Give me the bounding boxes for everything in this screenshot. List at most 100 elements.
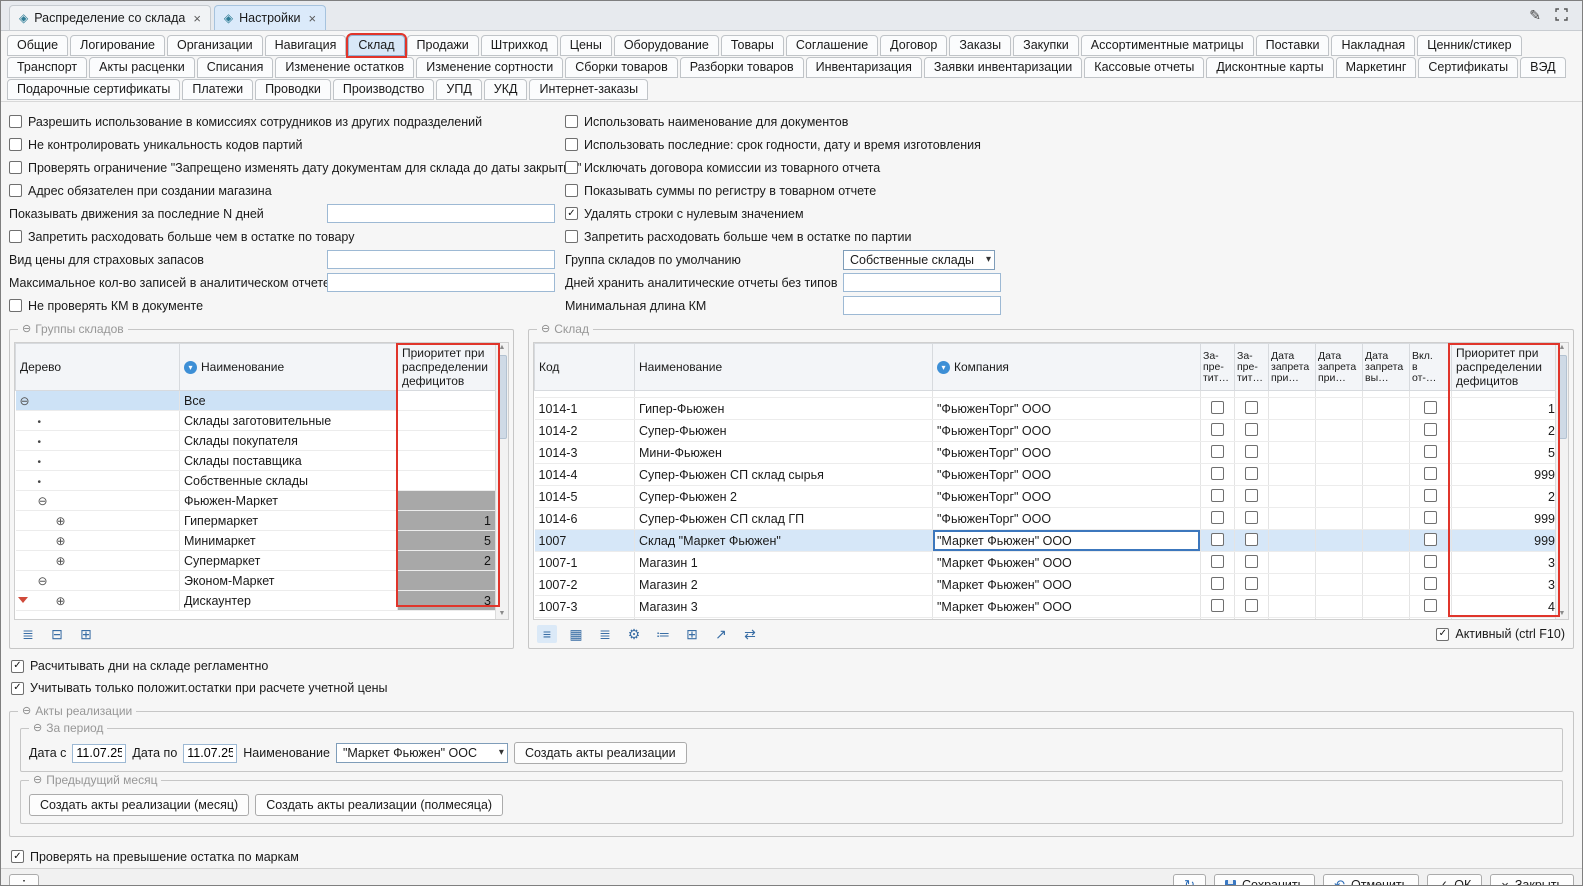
view-list-icon[interactable]: ≡ bbox=[537, 625, 557, 643]
settings-tab[interactable]: Цены bbox=[560, 35, 612, 56]
expand-node-icon[interactable]: ⊕ bbox=[56, 594, 71, 608]
scroll-down-icon[interactable]: ▼ bbox=[499, 609, 506, 619]
restrict-checkbox[interactable] bbox=[1211, 445, 1224, 458]
priority-cell[interactable]: 1 bbox=[398, 511, 498, 531]
text-input[interactable] bbox=[843, 296, 1001, 315]
scroll-up-icon[interactable]: ▲ bbox=[499, 343, 506, 353]
text-input[interactable] bbox=[327, 204, 555, 223]
settings-tab[interactable]: Интернет-заказы bbox=[529, 79, 648, 100]
warehouse-row[interactable]: 1014-5Супер-Фьюжен 2"ФьюженТорг" ООО2 bbox=[535, 486, 1562, 508]
settings-tab[interactable]: Кассовые отчеты bbox=[1084, 57, 1204, 78]
group-row[interactable]: ⊕Гипермаркет1 bbox=[16, 511, 498, 531]
option-checkbox[interactable] bbox=[9, 161, 22, 174]
scroll-up-icon[interactable]: ▲ bbox=[1559, 343, 1566, 353]
group-row[interactable]: •Собственные склады bbox=[16, 471, 498, 491]
restrict-checkbox[interactable] bbox=[1245, 555, 1258, 568]
settings-tab[interactable]: Списания bbox=[197, 57, 274, 78]
document-tab[interactable]: ◈Настройки× bbox=[214, 5, 326, 30]
settings-tab[interactable]: УКД bbox=[484, 79, 528, 100]
option-checkbox[interactable] bbox=[9, 184, 22, 197]
settings-tab[interactable]: Платежи bbox=[182, 79, 253, 100]
settings-tab[interactable]: Изменение остатков bbox=[275, 57, 414, 78]
close-button[interactable]: ×Закрыть bbox=[1490, 874, 1574, 886]
expand-node-icon[interactable]: ⊕ bbox=[56, 514, 71, 528]
vertical-scrollbar[interactable]: ▲ ▼ bbox=[495, 343, 508, 619]
expand-all-icon[interactable]: ⊞ bbox=[76, 625, 96, 643]
settings-tab[interactable]: УПД bbox=[436, 79, 481, 100]
include-checkbox[interactable] bbox=[1424, 489, 1437, 502]
settings-tab[interactable]: Дисконтные карты bbox=[1206, 57, 1333, 78]
create-acts-month-button[interactable]: Создать акты реализации (месяц) bbox=[29, 794, 249, 816]
text-input[interactable] bbox=[327, 250, 555, 269]
refresh-button[interactable]: ↻ bbox=[1173, 874, 1206, 886]
create-acts-button[interactable]: Создать акты реализации bbox=[514, 742, 687, 764]
scrollbar-thumb[interactable] bbox=[1558, 355, 1567, 439]
settings-tab[interactable]: Навигация bbox=[265, 35, 347, 56]
restrict-checkbox[interactable] bbox=[1245, 533, 1258, 546]
include-checkbox[interactable] bbox=[1424, 555, 1437, 568]
warehouse-row[interactable]: 1007-3Магазин 3"Маркет Фьюжен" ООО4 bbox=[535, 596, 1562, 618]
collapse-groupbox-icon[interactable]: ⊖ bbox=[541, 322, 550, 336]
view-grid-icon[interactable]: ▦ bbox=[566, 625, 586, 643]
restrict-checkbox[interactable] bbox=[1211, 511, 1224, 524]
maximize-icon[interactable] bbox=[1555, 8, 1568, 24]
priority-cell[interactable]: 2 bbox=[398, 551, 498, 571]
include-checkbox[interactable] bbox=[1424, 599, 1437, 612]
option-checkbox[interactable]: ✓ bbox=[565, 207, 578, 220]
priority-cell[interactable] bbox=[398, 471, 498, 491]
restrict-checkbox[interactable] bbox=[1245, 445, 1258, 458]
warehouse-row[interactable]: 1014-3Мини-Фьюжен"ФьюженТорг" ООО5 bbox=[535, 442, 1562, 464]
settings-tab[interactable]: Склад bbox=[348, 35, 404, 56]
include-checkbox[interactable] bbox=[1424, 533, 1437, 546]
settings-tab[interactable]: Производство bbox=[333, 79, 435, 100]
collapse-node-icon[interactable]: ⊖ bbox=[20, 394, 35, 408]
warehouse-row[interactable]: 1007Склад "Маркет Фьюжен""Маркет Фьюжен"… bbox=[535, 530, 1562, 552]
row-numbering-icon[interactable]: ≔ bbox=[653, 625, 673, 643]
group-row[interactable]: •Склады покупателя bbox=[16, 431, 498, 451]
group-row[interactable]: •Склады заготовительные bbox=[16, 411, 498, 431]
include-checkbox[interactable] bbox=[1424, 401, 1437, 414]
priority-cell[interactable]: 3 bbox=[398, 591, 498, 611]
include-checkbox[interactable] bbox=[1424, 445, 1437, 458]
expand-node-icon[interactable]: ⊕ bbox=[56, 534, 71, 548]
collapse-groupbox-icon[interactable]: ⊖ bbox=[22, 322, 31, 336]
scrollbar-thumb[interactable] bbox=[498, 355, 507, 439]
open-in-new-icon[interactable]: ↗ bbox=[711, 625, 731, 643]
settings-tab[interactable]: Сборки товаров bbox=[565, 57, 678, 78]
collapse-node-icon[interactable]: ⊖ bbox=[38, 574, 53, 588]
include-checkbox[interactable] bbox=[1424, 511, 1437, 524]
close-tab-icon[interactable]: × bbox=[193, 11, 201, 26]
restrict-checkbox[interactable] bbox=[1245, 577, 1258, 590]
settings-tab[interactable]: Разборки товаров bbox=[680, 57, 804, 78]
restrict-checkbox[interactable] bbox=[1245, 423, 1258, 436]
cancel-button[interactable]: ↶Отменить bbox=[1323, 874, 1419, 886]
ok-button[interactable]: ✓ОК bbox=[1427, 874, 1482, 886]
warehouse-row[interactable]: 1007-4Магазин 1 СП"Маркет Фьюжен" ООО999 bbox=[535, 618, 1562, 621]
collapse-node-icon[interactable]: ⊖ bbox=[38, 494, 53, 508]
filter-icon[interactable]: ≣ bbox=[18, 625, 38, 643]
restrict-checkbox[interactable] bbox=[1211, 533, 1224, 546]
include-checkbox[interactable] bbox=[1424, 467, 1437, 480]
option-checkbox[interactable] bbox=[565, 138, 578, 151]
restrict-checkbox[interactable] bbox=[1211, 423, 1224, 436]
more-actions-button[interactable]: ⋮ bbox=[9, 874, 39, 886]
priority-cell[interactable] bbox=[398, 571, 498, 591]
option-checkbox[interactable] bbox=[565, 184, 578, 197]
company-select[interactable]: "Маркет Фьюжен" ООС ▾ bbox=[336, 743, 508, 763]
active-checkbox[interactable]: ✓ bbox=[1436, 628, 1449, 641]
sync-icon[interactable]: ⇄ bbox=[740, 625, 760, 643]
warehouse-row[interactable]: 1007-2Магазин 2"Маркет Фьюжен" ООО3 bbox=[535, 574, 1562, 596]
dropdown-field[interactable]: Собственные склады▾ bbox=[843, 250, 995, 270]
collapse-groupbox-icon[interactable]: ⊖ bbox=[33, 721, 42, 735]
document-tab[interactable]: ◈Распределение со склада× bbox=[9, 5, 211, 30]
collapse-all-icon[interactable]: ⊟ bbox=[47, 625, 67, 643]
warehouse-row[interactable] bbox=[535, 391, 1562, 398]
option-checkbox[interactable]: ✓ bbox=[11, 682, 24, 695]
settings-tab[interactable]: Сертификаты bbox=[1418, 57, 1518, 78]
settings-tab[interactable]: Инвентаризация bbox=[806, 57, 922, 78]
group-row[interactable]: ⊖Все bbox=[16, 391, 498, 411]
restrict-checkbox[interactable] bbox=[1245, 467, 1258, 480]
restrict-checkbox[interactable] bbox=[1211, 467, 1224, 480]
priority-cell[interactable] bbox=[398, 411, 498, 431]
settings-tab[interactable]: Проводки bbox=[255, 79, 331, 100]
